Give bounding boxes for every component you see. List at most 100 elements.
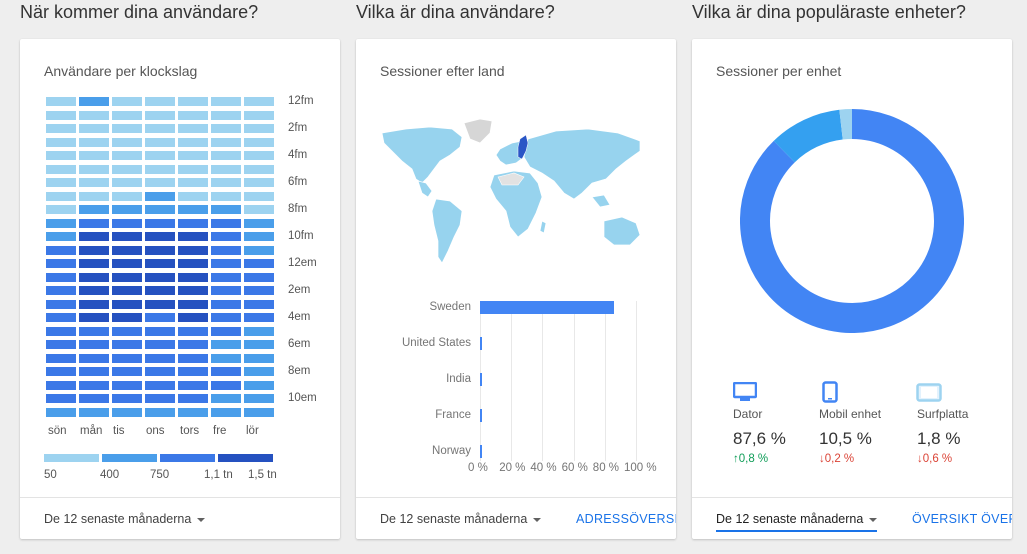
heatmap-cell[interactable] [244, 340, 274, 349]
world-map[interactable] [378, 117, 654, 272]
heatmap-cell[interactable] [79, 191, 109, 201]
heatmap-cell[interactable] [79, 394, 109, 403]
heatmap-cell[interactable] [46, 286, 76, 295]
heatmap-cell[interactable] [112, 191, 142, 201]
heatmap-cell[interactable] [211, 259, 241, 268]
heatmap-cell[interactable] [46, 218, 76, 228]
heatmap-cell[interactable] [244, 205, 274, 214]
heatmap-cell[interactable] [46, 124, 76, 133]
heatmap-cell[interactable] [244, 151, 274, 160]
heatmap-cell[interactable] [46, 137, 76, 147]
heatmap-cell[interactable] [178, 394, 208, 403]
heatmap-cell[interactable] [244, 394, 274, 403]
heatmap-cell[interactable] [145, 259, 175, 268]
heatmap-cell[interactable] [145, 205, 175, 214]
heatmap-cell[interactable] [244, 272, 274, 282]
heatmap-cell[interactable] [46, 164, 76, 174]
heatmap-cell[interactable] [46, 340, 76, 349]
heatmap-cell[interactable] [178, 340, 208, 349]
heatmap-cell[interactable] [178, 367, 208, 376]
heatmap-cell[interactable] [46, 245, 76, 255]
date-range-dropdown[interactable]: De 12 senaste månaderna [380, 512, 542, 526]
heatmap-cell[interactable] [244, 232, 274, 241]
heatmap-cell[interactable] [211, 367, 241, 376]
heatmap-cell[interactable] [145, 313, 175, 322]
heatmap-cell[interactable] [145, 178, 175, 187]
heatmap-cell[interactable] [211, 124, 241, 133]
heatmap-cell[interactable] [211, 394, 241, 403]
heatmap-cell[interactable] [112, 340, 142, 349]
donut-slice-desktop[interactable] [740, 109, 964, 333]
heatmap-cell[interactable] [79, 380, 109, 390]
heatmap-cell[interactable] [112, 164, 142, 174]
heatmap-cell[interactable] [178, 245, 208, 255]
heatmap-cell[interactable] [211, 407, 241, 417]
heatmap-cell[interactable] [178, 353, 208, 363]
heatmap-cell[interactable] [46, 151, 76, 160]
heatmap-cell[interactable] [211, 151, 241, 160]
heatmap-cell[interactable] [79, 407, 109, 417]
heatmap-cell[interactable] [46, 97, 76, 106]
heatmap-cell[interactable] [145, 394, 175, 403]
country-bar[interactable] [480, 373, 482, 386]
heatmap-cell[interactable] [112, 124, 142, 133]
heatmap-cell[interactable] [211, 232, 241, 241]
heatmap-cell[interactable] [244, 407, 274, 417]
heatmap-cell[interactable] [112, 299, 142, 309]
heatmap-cell[interactable] [79, 137, 109, 147]
heatmap-cell[interactable] [178, 299, 208, 309]
heatmap-cell[interactable] [244, 97, 274, 106]
heatmap-cell[interactable] [46, 326, 76, 336]
heatmap-cell[interactable] [178, 380, 208, 390]
heatmap-cell[interactable] [178, 137, 208, 147]
heatmap-cell[interactable] [112, 97, 142, 106]
heatmap-cell[interactable] [145, 272, 175, 282]
heatmap-cell[interactable] [112, 218, 142, 228]
heatmap-cell[interactable] [112, 110, 142, 120]
heatmap-cell[interactable] [244, 326, 274, 336]
country-bar[interactable] [480, 301, 615, 314]
heatmap-cell[interactable] [211, 110, 241, 120]
heatmap-cell[interactable] [145, 367, 175, 376]
heatmap-cell[interactable] [79, 353, 109, 363]
heatmap-cell[interactable] [112, 272, 142, 282]
heatmap-cell[interactable] [112, 380, 142, 390]
heatmap-cell[interactable] [178, 97, 208, 106]
heatmap-cell[interactable] [46, 353, 76, 363]
heatmap-cell[interactable] [145, 151, 175, 160]
heatmap-cell[interactable] [244, 313, 274, 322]
donut-slice-tablet[interactable] [839, 109, 853, 140]
heatmap-cell[interactable] [112, 286, 142, 295]
heatmap-cell[interactable] [145, 191, 175, 201]
heatmap-cell[interactable] [79, 259, 109, 268]
heatmap-cell[interactable] [211, 326, 241, 336]
heatmap-cell[interactable] [79, 97, 109, 106]
heatmap-cell[interactable] [79, 232, 109, 241]
heatmap-cell[interactable] [211, 218, 241, 228]
heatmap-cell[interactable] [244, 124, 274, 133]
heatmap-cell[interactable] [244, 286, 274, 295]
heatmap-cell[interactable] [211, 178, 241, 187]
heatmap-cell[interactable] [145, 340, 175, 349]
heatmap-cell[interactable] [46, 110, 76, 120]
heatmap-cell[interactable] [244, 245, 274, 255]
heatmap-cell[interactable] [112, 151, 142, 160]
date-range-dropdown[interactable]: De 12 senaste månaderna [716, 512, 878, 532]
heatmap-cell[interactable] [79, 151, 109, 160]
device-donut-chart[interactable] [740, 109, 964, 333]
heatmap-cell[interactable] [79, 164, 109, 174]
heatmap-cell[interactable] [46, 205, 76, 214]
heatmap-cell[interactable] [46, 178, 76, 187]
heatmap-cell[interactable] [211, 205, 241, 214]
heatmap-cell[interactable] [178, 151, 208, 160]
heatmap-cell[interactable] [178, 286, 208, 295]
heatmap-cell[interactable] [79, 340, 109, 349]
heatmap-cell[interactable] [112, 205, 142, 214]
heatmap-cell[interactable] [178, 124, 208, 133]
country-bar[interactable] [480, 445, 482, 458]
heatmap-cell[interactable] [178, 326, 208, 336]
heatmap-cell[interactable] [211, 191, 241, 201]
heatmap-cell[interactable] [211, 137, 241, 147]
date-range-dropdown[interactable]: De 12 senaste månaderna [44, 512, 206, 526]
heatmap-cell[interactable] [112, 407, 142, 417]
